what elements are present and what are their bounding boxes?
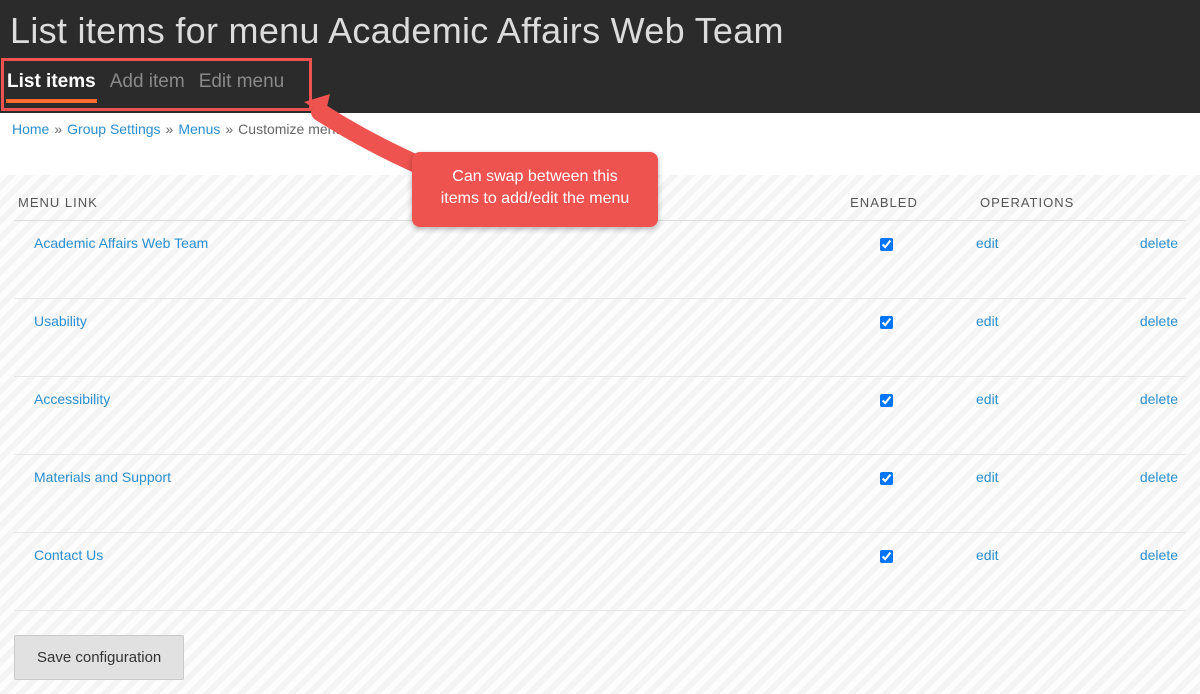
menu-item-link[interactable]: Usability — [34, 313, 87, 329]
enabled-cell — [796, 533, 976, 611]
save-configuration-button[interactable]: Save configuration — [14, 635, 184, 680]
enabled-cell — [796, 377, 976, 455]
tab-list-items[interactable]: List items — [6, 67, 97, 103]
enabled-checkbox[interactable] — [880, 316, 893, 329]
edit-link[interactable]: edit — [976, 547, 999, 563]
tab-edit-menu[interactable]: Edit menu — [198, 67, 286, 103]
breadcrumb-item[interactable]: Group Settings — [67, 121, 160, 137]
breadcrumb: Home»Group Settings»Menus»Customize menu — [0, 113, 1200, 145]
delete-link[interactable]: delete — [1140, 547, 1178, 563]
menu-link-cell: Contact Us — [14, 533, 796, 611]
operations-cell: edit delete — [976, 455, 1186, 533]
tab-bar: List items Add item Edit menu — [6, 67, 285, 103]
tab-add-item[interactable]: Add item — [109, 67, 186, 103]
breadcrumb-item[interactable]: Home — [12, 121, 49, 137]
enabled-cell — [796, 221, 976, 299]
enabled-cell — [796, 299, 976, 377]
table-row: Usability edit delete — [14, 299, 1186, 377]
page-title: List items for menu Academic Affairs Web… — [10, 0, 1200, 52]
breadcrumb-separator: » — [220, 121, 238, 137]
menu-items-table: MENU LINK ENABLED OPERATIONS Academic Af… — [14, 175, 1186, 611]
breadcrumb-separator: » — [161, 121, 179, 137]
enabled-cell — [796, 455, 976, 533]
delete-link[interactable]: delete — [1140, 391, 1178, 407]
enabled-checkbox[interactable] — [880, 550, 893, 563]
menu-item-link[interactable]: Contact Us — [34, 547, 103, 563]
table-row: Academic Affairs Web Team edit delete — [14, 221, 1186, 299]
edit-link[interactable]: edit — [976, 469, 999, 485]
edit-link[interactable]: edit — [976, 313, 999, 329]
page-header: List items for menu Academic Affairs Web… — [0, 0, 1200, 113]
menu-item-link[interactable]: Academic Affairs Web Team — [34, 235, 208, 251]
menu-link-cell: Materials and Support — [14, 455, 796, 533]
enabled-checkbox[interactable] — [880, 394, 893, 407]
enabled-checkbox[interactable] — [880, 472, 893, 485]
menu-link-cell: Accessibility — [14, 377, 796, 455]
edit-link[interactable]: edit — [976, 391, 999, 407]
col-header-enabled: ENABLED — [796, 175, 976, 221]
table-row: Contact Us edit delete — [14, 533, 1186, 611]
menu-item-link[interactable]: Materials and Support — [34, 469, 171, 485]
operations-cell: edit delete — [976, 221, 1186, 299]
delete-link[interactable]: delete — [1140, 313, 1178, 329]
breadcrumb-separator: » — [49, 121, 67, 137]
table-row: Accessibility edit delete — [14, 377, 1186, 455]
delete-link[interactable]: delete — [1140, 235, 1178, 251]
col-header-operations: OPERATIONS — [976, 175, 1186, 221]
operations-cell: edit delete — [976, 533, 1186, 611]
breadcrumb-item: Customize menu — [238, 121, 343, 137]
main-content: MENU LINK ENABLED OPERATIONS Academic Af… — [0, 175, 1200, 694]
menu-link-cell: Academic Affairs Web Team — [14, 221, 796, 299]
operations-cell: edit delete — [976, 377, 1186, 455]
edit-link[interactable]: edit — [976, 235, 999, 251]
breadcrumb-item[interactable]: Menus — [178, 121, 220, 137]
col-header-menu-link: MENU LINK — [14, 175, 796, 221]
delete-link[interactable]: delete — [1140, 469, 1178, 485]
enabled-checkbox[interactable] — [880, 238, 893, 251]
menu-item-link[interactable]: Accessibility — [34, 391, 110, 407]
table-row: Materials and Support edit delete — [14, 455, 1186, 533]
menu-link-cell: Usability — [14, 299, 796, 377]
operations-cell: edit delete — [976, 299, 1186, 377]
